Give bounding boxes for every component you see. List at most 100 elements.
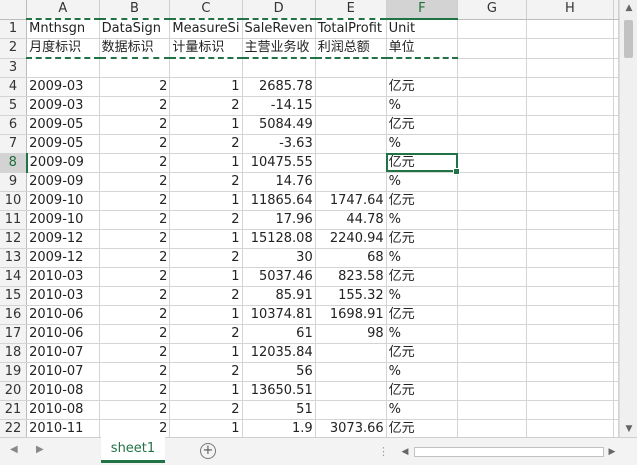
cell-c16[interactable]: 1 [169,305,243,325]
cell-h2[interactable] [526,38,615,59]
cell-h20[interactable] [526,381,615,401]
cell-filler[interactable] [613,343,619,363]
column-header-f[interactable]: F [386,0,459,20]
cell-b8[interactable]: 2 [99,153,171,173]
row-header[interactable]: 5 [0,96,28,116]
cell-f11[interactable]: % [386,210,459,230]
cell-h22[interactable] [526,419,615,437]
cell-f6[interactable]: 亿元 [386,115,459,135]
cell-b7[interactable]: 2 [99,134,171,154]
cell-d20[interactable]: 13650.51 [242,381,316,401]
row-header[interactable]: 18 [0,343,28,363]
cell-f13[interactable]: % [386,248,459,268]
horizontal-scrollbar[interactable]: ◀ ▶ [398,444,619,460]
cell-f22[interactable]: 亿元 [386,419,459,437]
cell-g16[interactable] [457,305,527,325]
cell-filler[interactable] [613,191,619,211]
cell-a14[interactable]: 2010-03 [26,267,100,287]
cell-filler[interactable] [613,381,619,401]
cell-a1[interactable]: Mnthsgn [26,18,100,39]
cell-c7[interactable]: 2 [169,134,243,154]
cell-d1[interactable]: SaleReven [242,18,316,39]
cell-c20[interactable]: 1 [169,381,243,401]
cell-b16[interactable]: 2 [99,305,171,325]
cell-e13[interactable]: 68 [315,248,387,268]
cell-f12[interactable]: 亿元 [386,229,459,249]
cell-g4[interactable] [457,77,527,97]
cell-f17[interactable]: % [386,324,459,344]
cell-g5[interactable] [457,96,527,116]
cell-a20[interactable]: 2010-08 [26,381,100,401]
cell-g20[interactable] [457,381,527,401]
cell-d17[interactable]: 61 [242,324,316,344]
cell-d8[interactable]: 10475.55 [242,153,316,173]
cell-e1[interactable]: TotalProfit [315,18,387,39]
cell-a13[interactable]: 2009-12 [26,248,100,268]
cell-f5[interactable]: % [386,96,459,116]
cell-d4[interactable]: 2685.78 [242,77,316,97]
cell-e14[interactable]: 823.58 [315,267,387,287]
spreadsheet-grid[interactable]: A B C D E F G H 1 Mnthsgn DataSign MeasureSi SaleRev… [0,0,619,437]
cell-filler[interactable] [613,400,619,420]
cell-a18[interactable]: 2010-07 [26,343,100,363]
cell-e6[interactable] [315,115,387,135]
vertical-scroll-thumb[interactable] [624,20,633,58]
cell-d5[interactable]: -14.15 [242,96,316,116]
cell-g11[interactable] [457,210,527,230]
row-header[interactable]: 9 [0,172,28,192]
cell-h13[interactable] [526,248,615,268]
cell-b4[interactable]: 2 [99,77,171,97]
cell-f14[interactable]: 亿元 [386,267,459,287]
vertical-scrollbar[interactable]: ▲ ▼ [619,0,637,437]
cell-filler[interactable] [613,305,619,325]
cell-g1[interactable] [457,19,527,39]
cell-c3[interactable] [169,58,243,78]
cell-b10[interactable]: 2 [99,191,171,211]
cell-filler[interactable] [613,362,619,382]
cell-g14[interactable] [457,267,527,287]
plus-circle-icon[interactable]: + [200,443,216,459]
cell-a10[interactable]: 2009-10 [26,191,100,211]
cell-e7[interactable] [315,134,387,154]
row-header[interactable]: 20 [0,381,28,401]
cell-a12[interactable]: 2009-12 [26,229,100,249]
select-all-corner[interactable] [0,0,28,20]
cell-a19[interactable]: 2010-07 [26,362,100,382]
sheet-tab[interactable]: sheet1 [101,437,165,463]
cell-h6[interactable] [526,115,615,135]
cell-a15[interactable]: 2010-03 [26,286,100,306]
row-header[interactable]: 10 [0,191,28,211]
cell-d2[interactable]: 主营业务收 [242,38,316,59]
scroll-right-icon[interactable]: ▶ [605,444,619,460]
row-header[interactable]: 21 [0,400,28,420]
cell-e17[interactable]: 98 [315,324,387,344]
row-header[interactable]: 13 [0,248,28,268]
scroll-down-icon[interactable]: ▼ [620,421,637,437]
cell-c11[interactable]: 2 [169,210,243,230]
cell-d7[interactable]: -3.63 [242,134,316,154]
row-header[interactable]: 12 [0,229,28,249]
cell-d14[interactable]: 5037.46 [242,267,316,287]
cell-filler[interactable] [613,172,619,192]
cell-b5[interactable]: 2 [99,96,171,116]
cell-filler[interactable] [613,210,619,230]
cell-d18[interactable]: 12035.84 [242,343,316,363]
cell-g22[interactable] [457,419,527,437]
triangle-left-icon[interactable]: ◀ [10,444,18,455]
cell-g17[interactable] [457,324,527,344]
cell-c2[interactable]: 计量标识 [169,38,243,59]
row-header[interactable]: 14 [0,267,28,287]
cell-a4[interactable]: 2009-03 [26,77,100,97]
cell-b21[interactable]: 2 [99,400,171,420]
cell-e16[interactable]: 1698.91 [315,305,387,325]
row-header[interactable]: 19 [0,362,28,382]
cell-f7[interactable]: % [386,134,459,154]
cell-g13[interactable] [457,248,527,268]
cell-c13[interactable]: 2 [169,248,243,268]
column-header-g[interactable]: G [457,0,527,20]
cell-b13[interactable]: 2 [99,248,171,268]
scroll-left-icon[interactable]: ◀ [398,444,412,460]
row-header[interactable]: 6 [0,115,28,135]
cell-a21[interactable]: 2010-08 [26,400,100,420]
cell-e19[interactable] [315,362,387,382]
